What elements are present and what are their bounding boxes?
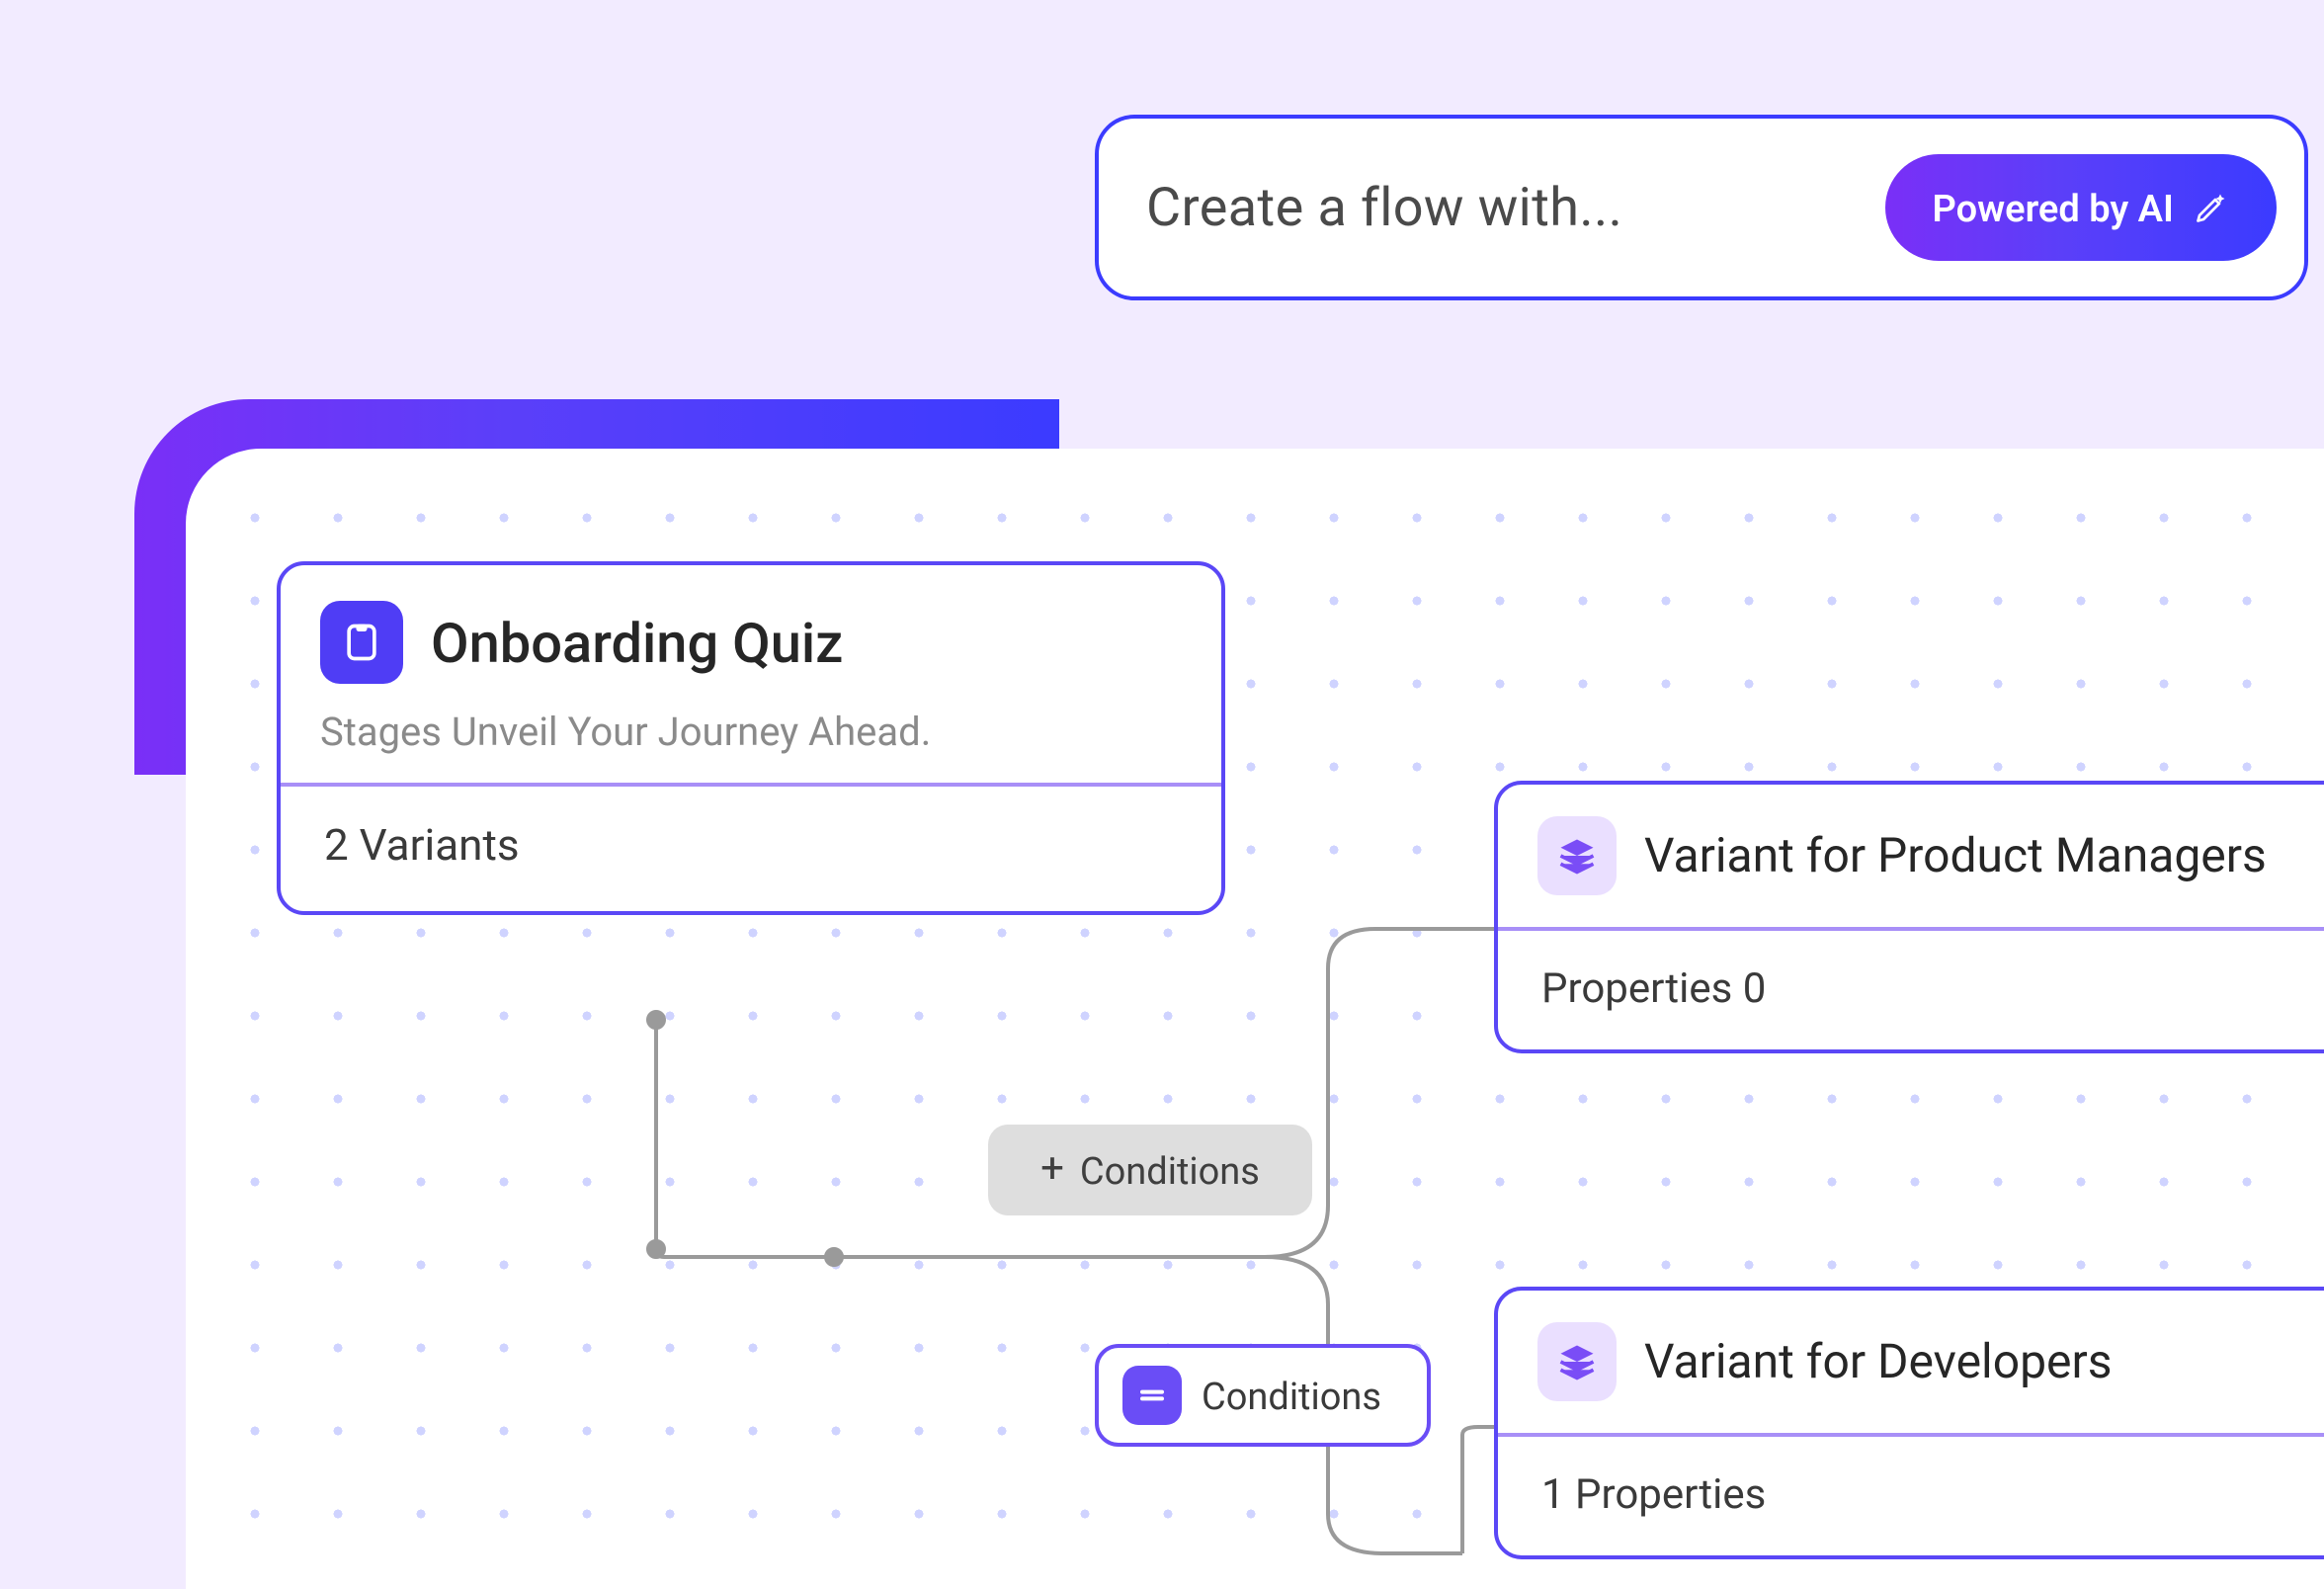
flow-variants-count: 2 Variants [281, 783, 1221, 911]
quiz-icon [320, 601, 403, 684]
create-flow-prompt[interactable]: Create a flow with... Powered by AI [1095, 115, 2308, 300]
flow-title: Onboarding Quiz [431, 610, 843, 675]
variant-card-product-managers[interactable]: Variant for Product Managers Properties … [1494, 781, 2324, 1053]
magic-pencil-icon [2194, 190, 2229, 225]
ai-badge-label: Powered by AI [1932, 185, 2174, 230]
variant-properties: 1 Properties [1498, 1433, 2324, 1555]
create-flow-placeholder: Create a flow with... [1146, 176, 1622, 239]
variant-properties: Properties 0 [1498, 927, 2324, 1049]
conditions-icon [1122, 1366, 1182, 1425]
variant-title: Variant for Product Managers [1644, 828, 2267, 883]
plus-icon: + [1040, 1149, 1064, 1191]
flow-subtitle: Stages Unveil Your Journey Ahead. [320, 708, 1182, 755]
layers-icon [1537, 816, 1617, 895]
flow-root-card[interactable]: Onboarding Quiz Stages Unveil Your Journ… [277, 561, 1225, 915]
variant-card-developers[interactable]: Variant for Developers 1 Properties [1494, 1287, 2324, 1559]
layers-icon [1537, 1322, 1617, 1401]
add-conditions-label: Conditions [1080, 1147, 1260, 1193]
powered-by-ai-badge[interactable]: Powered by AI [1884, 154, 2277, 261]
variant-title: Variant for Developers [1644, 1334, 2113, 1389]
add-conditions-button[interactable]: + Conditions [988, 1125, 1312, 1215]
conditions-chip-label: Conditions [1202, 1373, 1381, 1418]
conditions-chip[interactable]: Conditions [1095, 1344, 1431, 1447]
